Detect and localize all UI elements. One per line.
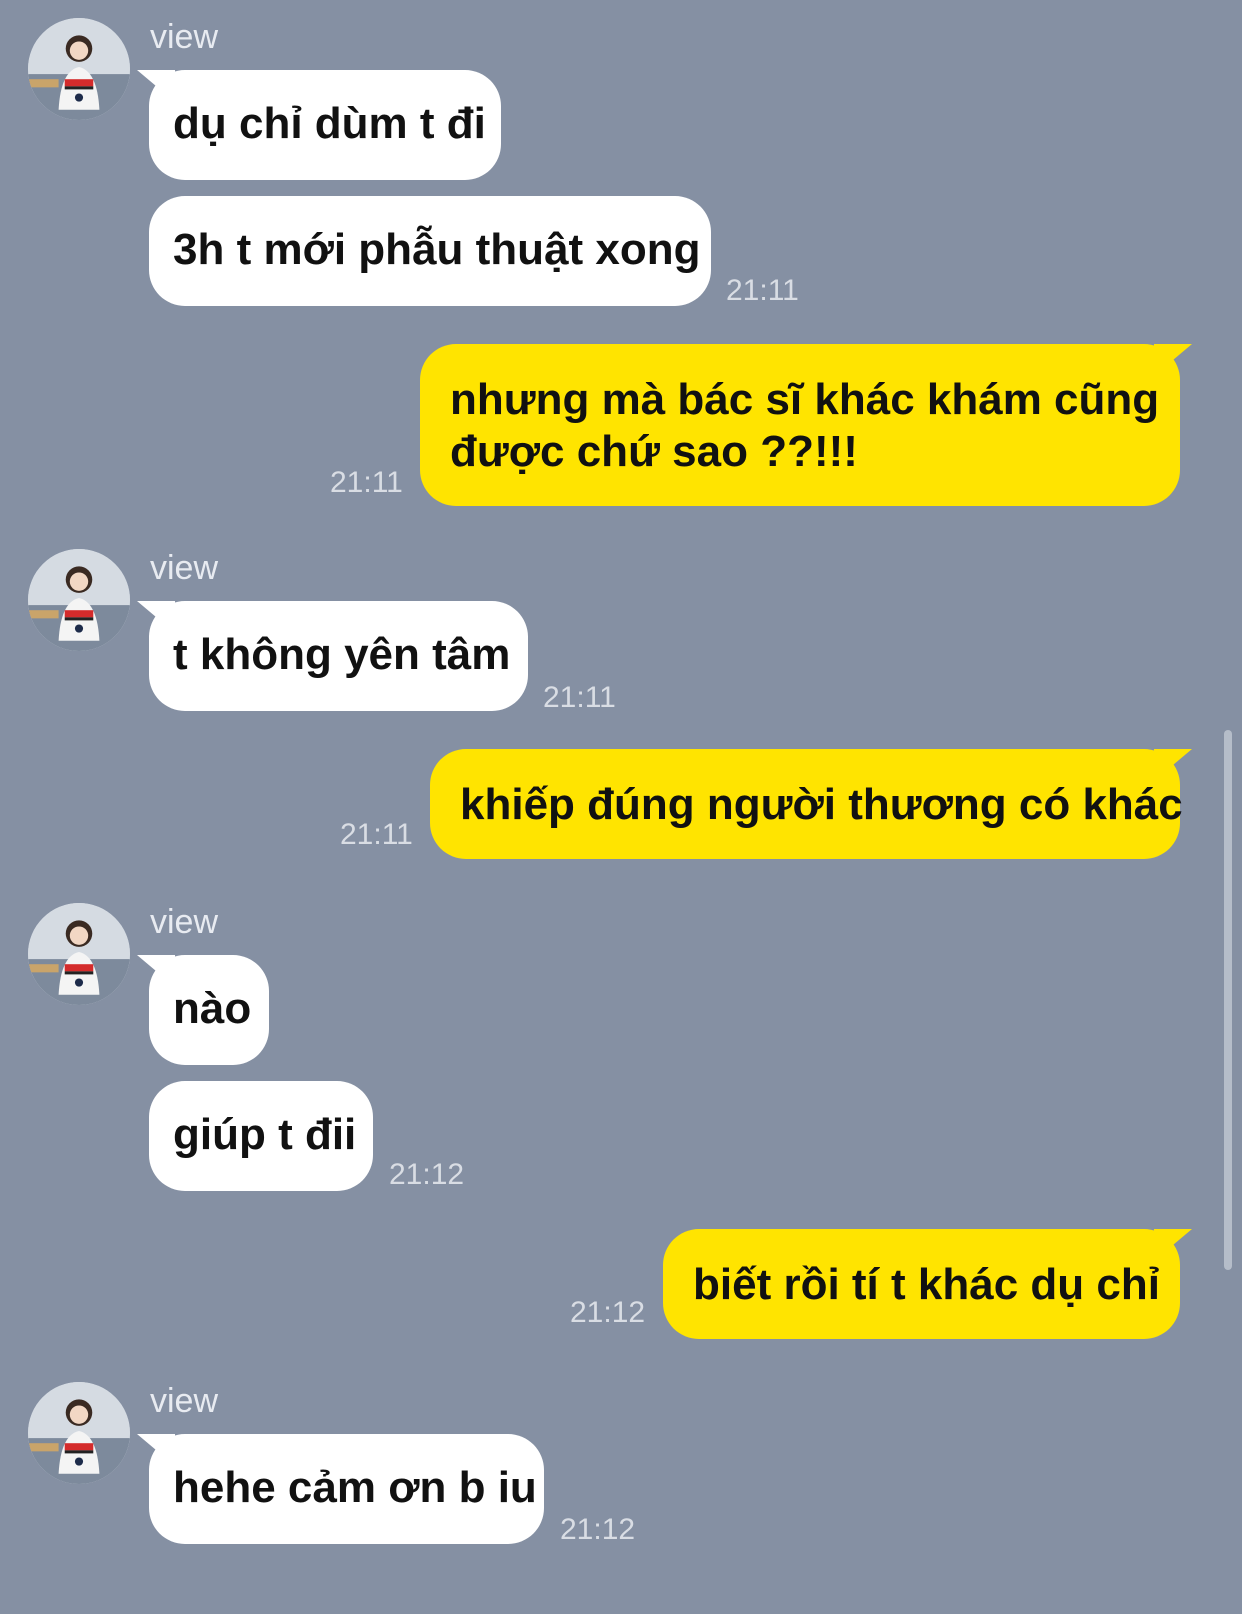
outgoing-message-bubble[interactable]: khiếp đúng người thương có khác (430, 749, 1183, 859)
chat-thread[interactable]: view dụ chỉ dùm t đi 3h t mới phẫu thuật x… (0, 0, 1242, 1614)
sender-name: view (150, 549, 219, 587)
incoming-message-bubble[interactable]: dụ chỉ dùm t đi (149, 70, 501, 180)
message-timestamp: 21:11 (726, 274, 799, 307)
incoming-message-bubble[interactable]: hehe cảm ơn b iu (149, 1434, 544, 1544)
incoming-message-bubble[interactable]: t không yên tâm (149, 601, 528, 711)
contact-avatar[interactable] (28, 903, 130, 1005)
outgoing-message-bubble[interactable]: nhưng mà bác sĩ khác khám cũng được chứ … (420, 344, 1180, 506)
message-timestamp: 21:12 (389, 1158, 465, 1191)
scrollbar[interactable] (1224, 730, 1232, 1270)
incoming-message-bubble[interactable]: giúp t đii (149, 1081, 373, 1191)
incoming-message-bubble[interactable]: nào (149, 955, 269, 1065)
outgoing-message-bubble[interactable]: biết rồi tí t khác dụ chỉ (663, 1229, 1180, 1339)
contact-avatar[interactable] (28, 1382, 130, 1484)
message-timestamp: 21:12 (570, 1296, 646, 1329)
message-timestamp: 21:12 (560, 1513, 636, 1546)
incoming-message-bubble[interactable]: 3h t mới phẫu thuật xong (149, 196, 711, 306)
contact-avatar[interactable] (28, 549, 130, 651)
sender-name: view (150, 903, 219, 941)
contact-avatar[interactable] (28, 18, 130, 120)
message-timestamp: 21:11 (330, 466, 403, 499)
message-timestamp: 21:11 (543, 681, 616, 714)
message-timestamp: 21:11 (340, 818, 413, 851)
sender-name: view (150, 18, 219, 56)
sender-name: view (150, 1382, 219, 1420)
